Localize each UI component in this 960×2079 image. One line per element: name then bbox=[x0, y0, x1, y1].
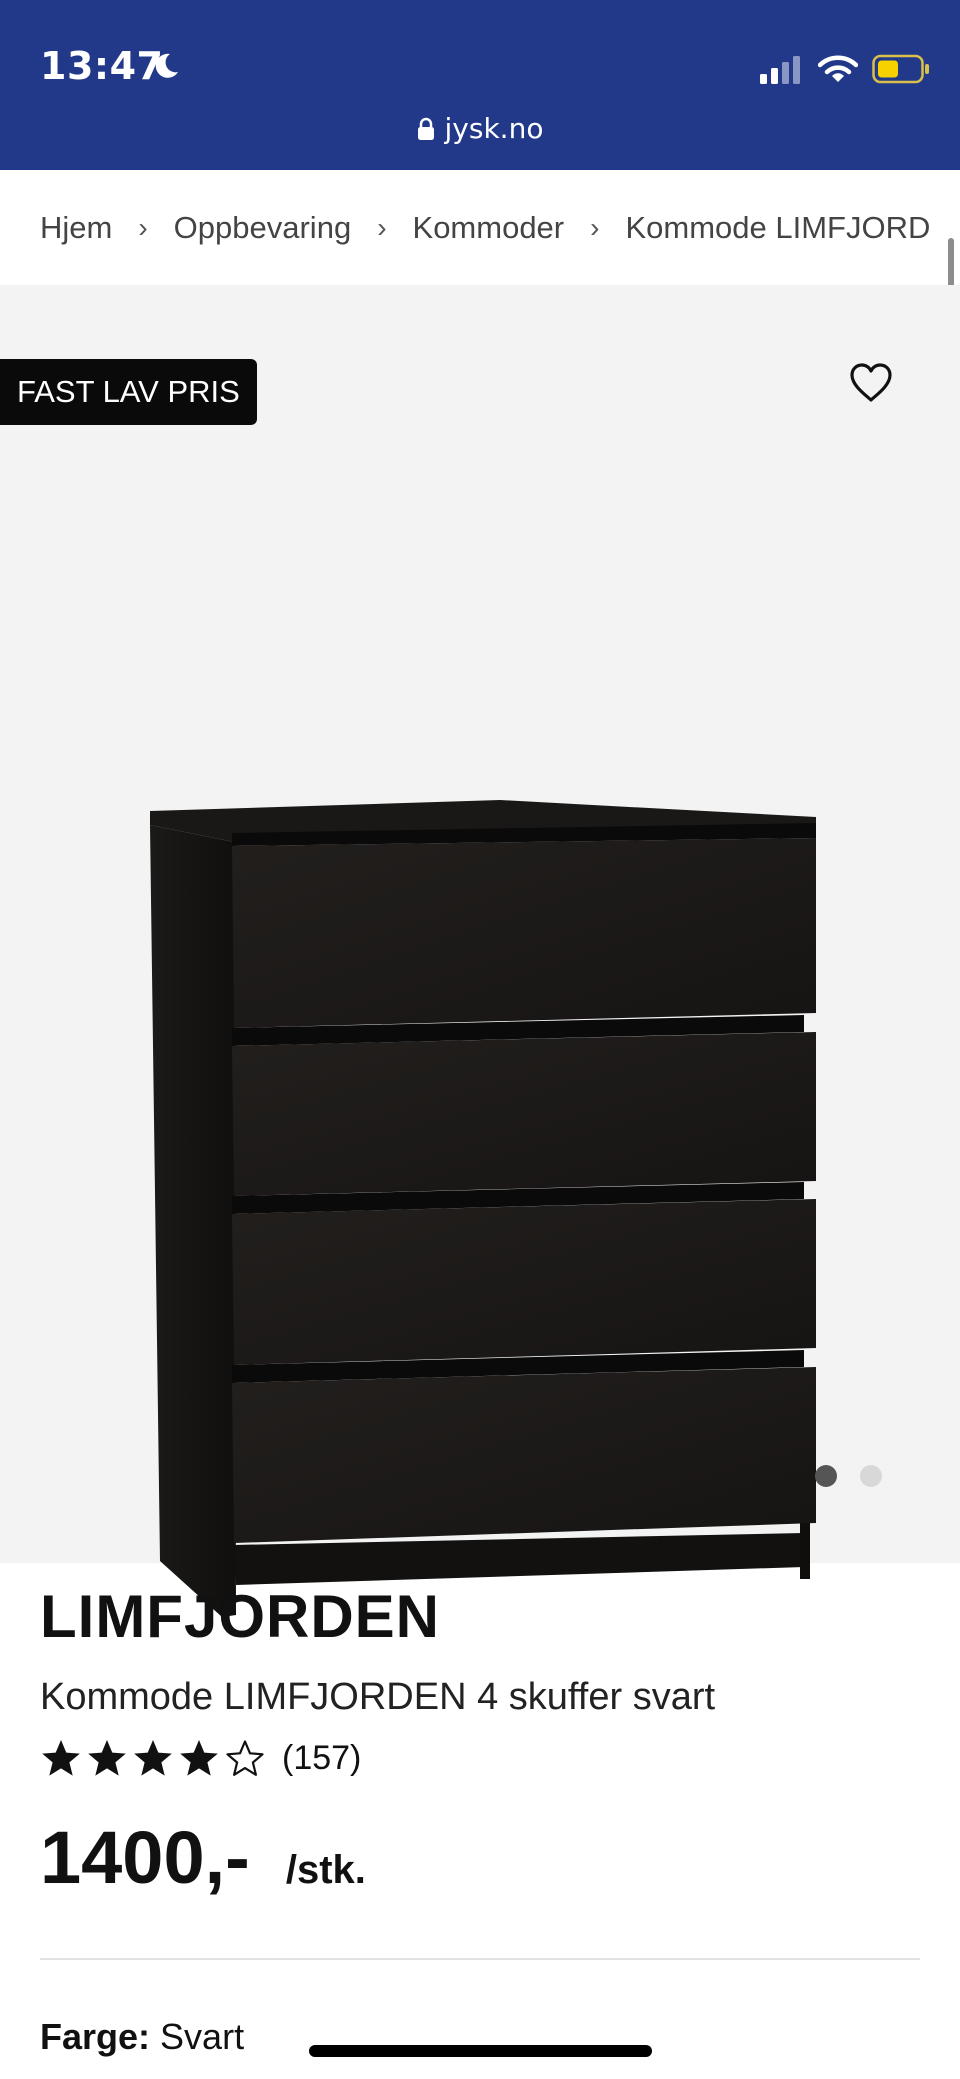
breadcrumb-kommoder[interactable]: Kommoder bbox=[413, 210, 565, 246]
product-gallery[interactable]: FAST LAV PRIS bbox=[0, 285, 960, 1617]
status-time: 13:47 bbox=[40, 44, 164, 88]
color-value: Svart bbox=[160, 2016, 245, 2057]
breadcrumb-current: Kommode LIMFJORD bbox=[625, 209, 931, 245]
breadcrumb-separator: › bbox=[138, 211, 148, 243]
product-brand: LIMFJORDEN bbox=[40, 1583, 440, 1650]
gallery-dot-2[interactable] bbox=[860, 1465, 882, 1487]
rating-stars bbox=[40, 1737, 266, 1779]
color-label: Farge: bbox=[40, 2016, 151, 2057]
breadcrumb-separator: › bbox=[590, 211, 600, 243]
battery-icon bbox=[872, 54, 929, 84]
price-unit: /stk. bbox=[285, 1848, 366, 1892]
breadcrumb: Hjem › Oppbevaring › Kommoder › Kommode … bbox=[0, 170, 960, 285]
product-image bbox=[150, 800, 816, 1617]
star-filled-icon bbox=[134, 1740, 172, 1776]
url-text: jysk.no bbox=[444, 112, 544, 145]
gallery-pagination bbox=[815, 1465, 882, 1487]
color-selector[interactable]: Farge: Svart bbox=[40, 2016, 244, 2058]
address-bar[interactable]: jysk.no bbox=[0, 112, 960, 145]
status-icons bbox=[760, 52, 930, 86]
star-filled-icon bbox=[42, 1740, 80, 1776]
breadcrumb-home[interactable]: Hjem bbox=[40, 210, 112, 246]
price-row: 1400,- /stk. bbox=[40, 1815, 366, 1900]
gallery-dot-1[interactable] bbox=[815, 1465, 837, 1487]
breadcrumb-oppbevaring[interactable]: Oppbevaring bbox=[174, 210, 352, 246]
star-outline-icon bbox=[226, 1740, 264, 1776]
home-indicator[interactable] bbox=[309, 2045, 652, 2057]
price-badge: FAST LAV PRIS bbox=[0, 359, 257, 425]
review-count[interactable]: (157) bbox=[282, 1739, 361, 1778]
product-rating[interactable]: (157) bbox=[40, 1737, 361, 1779]
moon-icon bbox=[155, 53, 178, 78]
lock-icon bbox=[417, 117, 434, 140]
product-name: Kommode LIMFJORDEN 4 skuffer svart bbox=[40, 1676, 716, 1718]
divider bbox=[40, 1958, 920, 1960]
heart-icon[interactable] bbox=[848, 360, 894, 406]
star-filled-icon bbox=[88, 1740, 126, 1776]
breadcrumb-separator: › bbox=[377, 211, 387, 243]
cellular-signal-icon bbox=[760, 56, 800, 84]
star-filled-icon bbox=[180, 1740, 218, 1776]
product-price: 1400,- bbox=[40, 1816, 250, 1899]
browser-header: 13:47 jysk.no bbox=[0, 0, 960, 170]
wifi-icon bbox=[818, 55, 858, 82]
